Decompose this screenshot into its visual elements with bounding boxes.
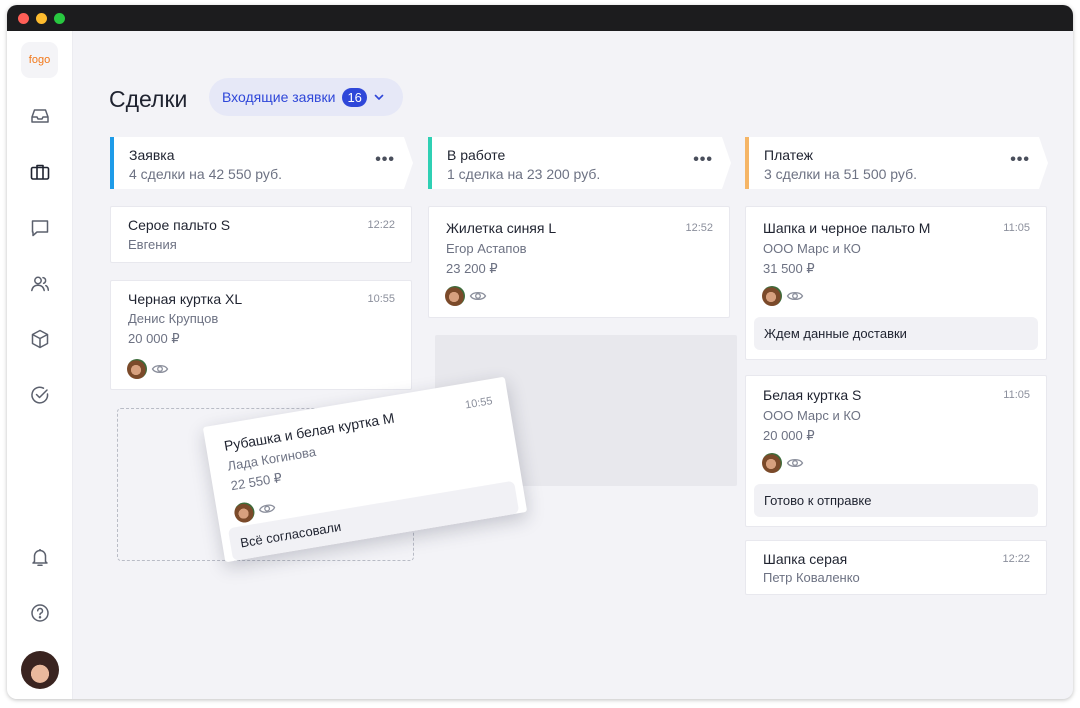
page-title: Сделки: [109, 86, 188, 112]
manager-avatar: [445, 286, 465, 306]
filter-label: Входящие заявки: [222, 89, 336, 105]
eye-icon[interactable]: [786, 287, 804, 305]
bell-icon[interactable]: [28, 545, 52, 569]
deal-card[interactable]: Шапка и черное пальто M 11:05 ООО Марс и…: [745, 206, 1047, 360]
deal-title: Белая куртка S: [763, 387, 862, 403]
deal-client: Петр Коваленко: [763, 570, 860, 585]
column-name: Заявка: [129, 147, 175, 163]
deal-time: 10:55: [367, 293, 395, 305]
deal-card[interactable]: Серое пальто S 12:22 Евгения: [110, 206, 412, 263]
deal-card[interactable]: Шапка серая 12:22 Петр Коваленко: [745, 540, 1047, 595]
filter-count-badge: 16: [342, 87, 367, 107]
deal-title: Шапка и черное пальто M: [763, 220, 931, 236]
column-summary: 1 сделка на 23 200 руб.: [447, 166, 601, 182]
column-color-bar: [110, 137, 114, 189]
more-options-icon[interactable]: •••: [375, 151, 395, 169]
column-color-bar: [428, 137, 432, 189]
deals-board: Сделки Входящие заявки 16 Заявка 4 сделк…: [73, 31, 1073, 699]
chat-icon[interactable]: [28, 216, 52, 240]
eye-icon[interactable]: [257, 498, 278, 519]
deal-card[interactable]: Жилетка синяя L 12:52 Егор Астапов 23 20…: [428, 206, 730, 318]
more-options-icon[interactable]: •••: [693, 151, 713, 169]
app-logo[interactable]: fogo: [21, 42, 58, 78]
deal-client: ООО Марс и КО: [763, 408, 861, 423]
column-name: Платеж: [764, 147, 813, 163]
eye-icon[interactable]: [469, 287, 487, 305]
box-icon[interactable]: [28, 327, 52, 351]
deal-price: 22 550 ₽: [229, 469, 284, 494]
deal-title: Жилетка синяя L: [446, 220, 557, 236]
deal-time: 12:22: [367, 219, 395, 231]
deal-client: Евгения: [128, 237, 177, 252]
manager-avatar: [762, 286, 782, 306]
title-bar: [7, 5, 1073, 31]
deal-time: 11:05: [1003, 222, 1030, 234]
deal-title: Черная куртка XL: [128, 291, 243, 307]
deal-client: Денис Крупцов: [128, 311, 219, 326]
app-window: fogo Сделки Входящие заявки 16 Заявка 4 …: [7, 5, 1073, 699]
deal-client: Егор Астапов: [446, 241, 527, 256]
eye-icon[interactable]: [151, 360, 169, 378]
deal-price: 23 200 ₽: [446, 261, 498, 276]
deal-time: 11:05: [1003, 389, 1030, 401]
deal-client: ООО Марс и КО: [763, 241, 861, 256]
more-options-icon[interactable]: •••: [1010, 151, 1030, 169]
deal-note: Ждем данные доставки: [754, 317, 1038, 350]
inbox-icon[interactable]: [28, 104, 52, 128]
user-avatar[interactable]: [21, 651, 59, 689]
check-circle-icon[interactable]: [28, 383, 52, 407]
chevron-down-icon: [374, 94, 384, 100]
filter-dropdown[interactable]: Входящие заявки 16: [209, 78, 403, 116]
maximize-window-button[interactable]: [54, 13, 65, 24]
manager-avatar: [762, 453, 782, 473]
deal-note: Готово к отправке: [754, 484, 1038, 517]
deal-time: 10:55: [464, 395, 494, 412]
dragging-deal-card[interactable]: Рубашка и белая куртка M 10:55 Лада Коги…: [202, 376, 528, 563]
minimize-window-button[interactable]: [36, 13, 47, 24]
deal-title: Шапка серая: [763, 551, 848, 567]
deal-time: 12:52: [685, 222, 713, 234]
column-header-request[interactable]: Заявка 4 сделки на 42 550 руб. •••: [110, 137, 413, 189]
sidebar: fogo: [7, 31, 73, 699]
deal-price: 20 000 ₽: [128, 331, 180, 346]
manager-avatar: [127, 359, 147, 379]
manager-avatar: [232, 500, 256, 525]
close-window-button[interactable]: [18, 13, 29, 24]
deal-card[interactable]: Белая куртка S 11:05 ООО Марс и КО 20 00…: [745, 375, 1047, 527]
column-header-in-work[interactable]: В работе 1 сделка на 23 200 руб. •••: [428, 137, 731, 189]
deal-time: 12:22: [1002, 553, 1030, 565]
column-name: В работе: [447, 147, 506, 163]
eye-icon[interactable]: [786, 454, 804, 472]
column-summary: 4 сделки на 42 550 руб.: [129, 166, 282, 182]
deal-price: 31 500 ₽: [763, 261, 815, 276]
deal-title: Серое пальто S: [128, 217, 231, 233]
column-summary: 3 сделки на 51 500 руб.: [764, 166, 917, 182]
help-icon[interactable]: [28, 601, 52, 625]
column-header-payment[interactable]: Платеж 3 сделки на 51 500 руб. •••: [745, 137, 1048, 189]
briefcase-icon[interactable]: [28, 160, 52, 184]
deal-price: 20 000 ₽: [763, 428, 815, 443]
column-color-bar: [745, 137, 749, 189]
deal-card[interactable]: Черная куртка XL 10:55 Денис Крупцов 20 …: [110, 280, 412, 390]
users-icon[interactable]: [28, 272, 52, 296]
